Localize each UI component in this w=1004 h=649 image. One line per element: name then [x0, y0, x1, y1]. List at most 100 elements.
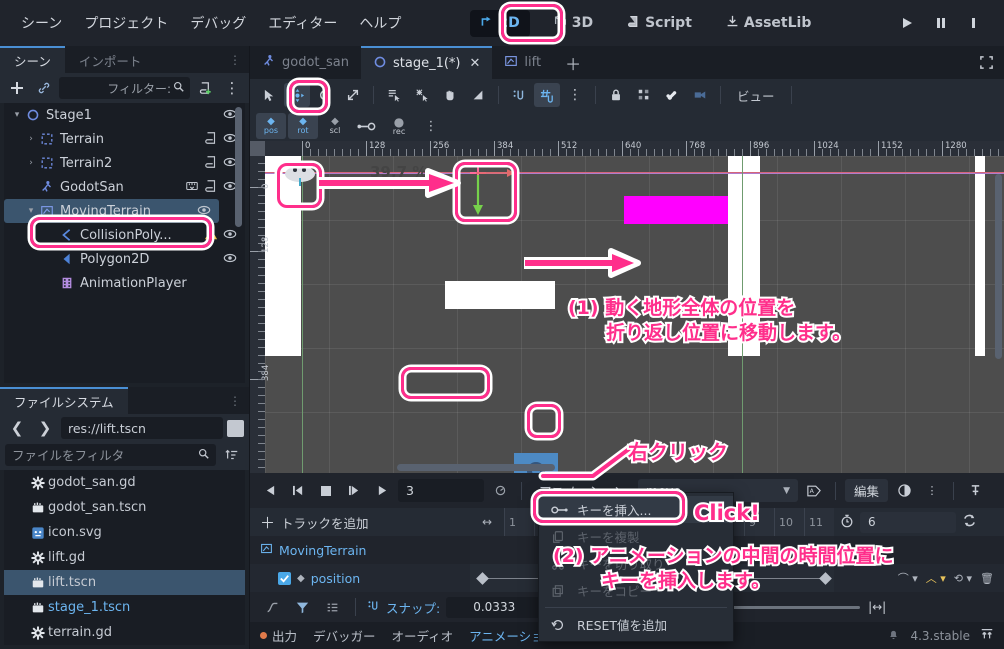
ruler-measure-tool[interactable] [465, 83, 491, 107]
play-from-start-button[interactable] [286, 479, 310, 503]
track-list-icon[interactable] [320, 595, 344, 619]
tab-filesystem[interactable]: ファイルシステム [0, 387, 128, 414]
scene-tab-stage-1-[interactable]: stage_1(*) ✕ [361, 46, 493, 79]
play-button[interactable] [892, 10, 922, 36]
file-item-icon-svg[interactable]: icon.svg [4, 520, 245, 545]
pin-icon[interactable] [963, 479, 987, 503]
loop-icon[interactable] [962, 513, 977, 531]
scene-tree-item-polygon2d[interactable]: Polygon2D [4, 247, 245, 271]
status-tab-出力[interactable]: 出力 [260, 626, 297, 645]
key-rec-button[interactable]: ● rec [384, 113, 414, 139]
scene-tab-godot-san[interactable]: godot_san [250, 46, 361, 79]
key-rot-button[interactable]: ◆ rot [288, 113, 318, 139]
scene-tree-item-terrain2[interactable]: › Terrain2 [4, 151, 245, 175]
scene-tree-item-stage1[interactable]: ▾ Stage1 [4, 103, 245, 127]
key-pos-button[interactable]: ◆ pos [256, 113, 286, 139]
scene-dock-menu-icon[interactable]: ⋮ [221, 46, 249, 73]
camera-icon[interactable] [687, 83, 713, 107]
file-item-lift-gd[interactable]: lift.gd [4, 545, 245, 570]
expand-arrow-icon[interactable]: › [24, 158, 38, 168]
expand-arrow-icon[interactable]: › [24, 134, 38, 144]
select-tool[interactable] [256, 83, 282, 107]
move-tool[interactable] [284, 83, 310, 107]
scene-tree-item-movingterrain[interactable]: ▾ MovingTerrain [4, 199, 219, 223]
play-from-end-button[interactable] [370, 479, 394, 503]
close-icon[interactable]: ✕ [470, 56, 481, 71]
filter-tracks-icon[interactable] [290, 595, 314, 619]
checkbox-icon[interactable] [278, 571, 291, 585]
status-tab-デバッガー[interactable]: デバッガー [313, 626, 376, 645]
scene-tree[interactable]: ▾ Stage1 › Terrain › Terrain2 GodotSan ▾ MovingT… [4, 103, 245, 383]
menu-project[interactable]: プロジェクト [73, 8, 179, 38]
animation-time-field[interactable]: 3 [398, 479, 484, 502]
animation-length-field[interactable]: 6 [860, 511, 956, 533]
key-more-icon[interactable]: ⋮ [416, 113, 446, 139]
menu-editor[interactable]: エディター [257, 8, 348, 38]
viewport-vscrollbar[interactable] [995, 159, 1002, 457]
time-spinner-icon[interactable] [488, 479, 512, 503]
scale-tool[interactable] [340, 83, 366, 107]
lock-icon[interactable] [603, 83, 629, 107]
script-badge-icon[interactable] [204, 179, 218, 196]
timeline-tick-1[interactable]: 1 [504, 508, 534, 536]
filesystem-menu-icon[interactable]: ⋮ [221, 387, 249, 414]
filesystem-toggle-split-icon[interactable] [227, 419, 244, 437]
sort-icon[interactable] [220, 443, 244, 467]
add-node-button[interactable] [5, 76, 29, 100]
mode-3d-button[interactable]: 3D [544, 10, 603, 37]
rotate-tool[interactable] [312, 83, 338, 107]
timeline-tick-10[interactable]: 10 [774, 508, 804, 536]
pan-tool[interactable] [437, 83, 463, 107]
fit-icon[interactable]: |↔| [868, 600, 886, 614]
smart-snap-tool[interactable] [506, 83, 532, 107]
context-menu-item-4[interactable]: RESET値を追加 [539, 611, 733, 638]
visibility-eye-icon[interactable] [223, 251, 237, 268]
visibility-eye-icon[interactable] [223, 227, 237, 244]
group-icon[interactable] [631, 83, 657, 107]
play-backwards-button[interactable] [258, 479, 282, 503]
anim-badge-icon[interactable] [185, 179, 199, 196]
file-item-godot-san-gd[interactable]: godot_san.gd [4, 470, 245, 495]
file-item-godot-san-tscn[interactable]: godot_san.tscn [4, 495, 245, 520]
scene-tree-more-icon[interactable]: ⋮ [220, 76, 244, 100]
bell-icon[interactable] [887, 628, 900, 644]
mode-assetlib-button[interactable]: AssetLib [716, 10, 821, 37]
instance-scene-button[interactable] [193, 76, 217, 100]
move-gizmo[interactable] [462, 159, 522, 221]
filesystem-filter-input[interactable]: ファイルをフィルタ [5, 443, 216, 466]
script-badge-icon[interactable] [204, 155, 218, 172]
expand-arrow-icon[interactable]: ▾ [24, 206, 38, 216]
grid-snap-tool[interactable] [534, 83, 560, 107]
scene-tree-item-collisionpoly[interactable]: CollisionPoly... [4, 223, 245, 247]
godotsan-sprite[interactable] [280, 158, 320, 188]
link-icon[interactable] [32, 76, 56, 100]
view-menu-button[interactable]: ビュー [728, 83, 784, 108]
scene-tree-scrollbar[interactable] [235, 107, 242, 227]
scene-tree-item-terrain[interactable]: › Terrain [4, 127, 245, 151]
warning-icon[interactable] [204, 227, 218, 244]
snap-options-icon[interactable]: ⋮ [562, 83, 588, 107]
pause-button[interactable] [926, 10, 956, 36]
filesystem-path-input[interactable]: res://lift.tscn [61, 417, 223, 439]
tab-import[interactable]: インポート [64, 46, 156, 73]
scene-filter-input[interactable]: フィルター: [59, 77, 190, 99]
file-item-lift-tscn[interactable]: lift.tscn [4, 570, 245, 595]
timeline-tick-11[interactable]: 11 [804, 508, 834, 536]
back-icon[interactable]: ❮ [5, 416, 29, 440]
distraction-free-icon[interactable] [969, 46, 1004, 79]
status-tab-オーディオ[interactable]: オーディオ [392, 626, 454, 645]
stop-button[interactable] [960, 10, 990, 36]
bezier-editor-icon[interactable] [260, 595, 284, 619]
expand-panel-icon[interactable] [980, 627, 994, 644]
delete-track-icon[interactable]: 🗑 [980, 572, 994, 585]
file-item-terrain-gd[interactable]: terrain.gd [4, 620, 245, 645]
animation-more-icon[interactable]: ⋮ [920, 479, 944, 503]
new-scene-tab-button[interactable]: ＋ [553, 46, 593, 79]
ruler-tool[interactable] [409, 83, 435, 107]
insert-key-button[interactable] [352, 113, 382, 139]
scene-tab-lift[interactable]: lift [492, 46, 553, 79]
tab-scene[interactable]: シーン [0, 46, 65, 73]
onion-skinning-icon[interactable] [892, 479, 916, 503]
add-track-button[interactable]: ＋ トラックを追加 [250, 508, 470, 536]
bone-icon[interactable] [659, 83, 685, 107]
